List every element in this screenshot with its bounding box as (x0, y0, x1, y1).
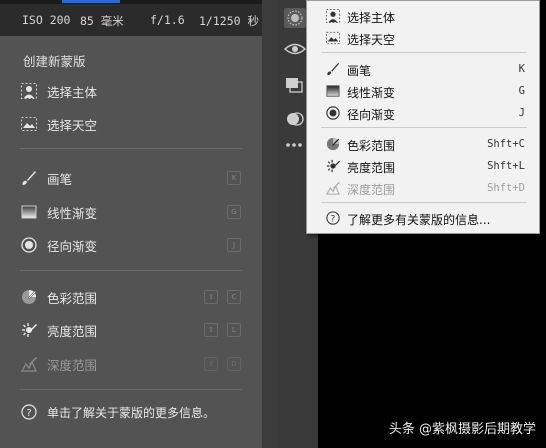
shortcut-key-shift: ⇧ (204, 323, 218, 337)
subject-icon (325, 8, 341, 24)
eye-icon (284, 43, 306, 55)
luminance-range-icon (20, 321, 38, 339)
panel-item-label: 选择天空 (47, 117, 98, 133)
subject-icon (20, 82, 38, 100)
panel-item-select-subject[interactable]: 选择主体 (20, 81, 245, 101)
svg-text:?: ? (26, 408, 31, 419)
menu-item-shortcut: G (518, 85, 525, 97)
menu-item-color-range[interactable]: 色彩范围 Shft+C (307, 134, 539, 154)
menu-item-label: 径向渐变 (347, 108, 396, 122)
shortcut-key-shift: ⇧ (204, 357, 218, 371)
accent-bar (62, 0, 120, 3)
menu-item-shortcut: Shft+D (487, 182, 525, 194)
menu-divider (321, 52, 527, 53)
panel-item-linear-gradient[interactable]: 线性渐变 (20, 202, 245, 222)
mask-tool-button[interactable] (284, 8, 306, 28)
mask-dropdown-menu: 选择主体 选择天空 画笔 K 线性渐变 G 径向渐变 J 色彩范围 Shft+C… (306, 0, 540, 234)
luminance-range-icon (325, 158, 341, 174)
divider (20, 270, 242, 271)
panel-item-label: 径向渐变 (47, 238, 98, 254)
help-icon: ? (20, 403, 38, 421)
menu-item-learn-more[interactable]: ? 了解更多有关蒙版的信息... (307, 208, 539, 228)
eraser-icon (287, 112, 304, 126)
brush-icon (20, 169, 38, 187)
menu-item-shortcut: J (518, 107, 525, 119)
panel-item-label: 画笔 (47, 171, 73, 187)
exif-focal: 85 毫米 (80, 14, 124, 28)
panel-header: 创建新蒙版 (23, 54, 86, 69)
menu-item-brush[interactable]: 画笔 K (307, 59, 539, 79)
panel-help-label: 单击了解关于蒙版的更多信息。 (47, 405, 216, 420)
eraser-button[interactable] (284, 110, 306, 128)
color-range-icon (20, 288, 38, 306)
panel-item-label: 深度范围 (47, 357, 98, 373)
menu-item-label: 亮度范围 (347, 161, 396, 175)
visibility-button[interactable] (284, 40, 306, 58)
overlay-button[interactable] (284, 76, 306, 94)
shortcut-key: G (227, 205, 241, 219)
menu-item-label: 深度范围 (347, 183, 396, 197)
shortcut-key: L (227, 323, 241, 337)
panel-item-label: 亮度范围 (47, 323, 98, 339)
menu-item-label: 色彩范围 (347, 139, 396, 153)
menu-item-label: 选择主体 (347, 11, 396, 25)
divider (20, 148, 242, 149)
menu-item-depth-range: 深度范围 Shft+D (307, 178, 539, 198)
panel-item-radial-gradient[interactable]: 径向渐变 (20, 235, 245, 255)
panel-scroll-gutter (262, 0, 278, 448)
brush-icon (325, 61, 341, 77)
shortcut-key: K (227, 171, 241, 185)
panel-item-label: 线性渐变 (47, 205, 98, 221)
panel-item-label: 选择主体 (47, 84, 98, 100)
menu-item-shortcut: Shft+C (487, 138, 525, 150)
watermark-text: 头条 @紫枫摄影后期教学 (388, 422, 536, 437)
linear-gradient-icon (325, 83, 341, 99)
svg-text:?: ? (331, 215, 336, 225)
divider (20, 389, 242, 390)
shortcut-key: C (227, 290, 241, 304)
menu-divider (321, 202, 527, 203)
menu-item-label: 画笔 (347, 64, 372, 78)
panel-item-brush[interactable]: 画笔 (20, 168, 245, 188)
menu-item-linear-gradient[interactable]: 线性渐变 G (307, 81, 539, 101)
overlay-icon (286, 78, 303, 93)
more-dots-icon (286, 143, 302, 147)
exif-aperture: f/1.6 (150, 13, 185, 27)
sky-icon (20, 115, 38, 133)
radial-gradient-icon (325, 105, 341, 121)
help-icon: ? (325, 210, 341, 226)
more-options-button[interactable] (284, 140, 306, 150)
color-range-icon (325, 136, 341, 152)
sky-icon (325, 30, 341, 46)
menu-item-select-sky[interactable]: 选择天空 (307, 28, 539, 48)
menu-item-select-subject[interactable]: 选择主体 (307, 6, 539, 26)
menu-item-label: 选择天空 (347, 33, 396, 47)
menu-item-label: 了解更多有关蒙版的信息... (347, 213, 491, 227)
shortcut-key: D (227, 357, 241, 371)
linear-gradient-icon (20, 203, 38, 221)
shortcut-key-shift: ⇧ (204, 290, 218, 304)
exif-iso: ISO 200 (22, 13, 71, 27)
panel-item-label: 色彩范围 (47, 290, 98, 306)
radial-gradient-icon (20, 236, 38, 254)
menu-item-label: 线性渐变 (347, 86, 396, 100)
menu-item-shortcut: K (518, 63, 525, 75)
exif-bar: ISO 200 85 毫米 f/1.6 1/1250 秒 (0, 4, 262, 36)
exif-shutter: 1/1250 秒 (199, 14, 259, 28)
menu-item-luminance-range[interactable]: 亮度范围 Shft+L (307, 156, 539, 176)
menu-item-radial-gradient[interactable]: 径向渐变 J (307, 103, 539, 123)
depth-range-icon (20, 355, 38, 373)
shortcut-key: J (227, 238, 241, 252)
menu-divider (321, 127, 527, 128)
menu-item-shortcut: Shft+L (487, 160, 525, 172)
panel-item-select-sky[interactable]: 选择天空 (20, 114, 245, 134)
create-mask-panel: 创建新蒙版 选择主体 选择天空 画笔 K 线性渐变 G 径向渐变 J 色彩范围 … (0, 36, 262, 448)
panel-help-link[interactable]: ? 单击了解关于蒙版的更多信息。 (20, 402, 245, 422)
depth-range-icon (325, 180, 341, 196)
mask-icon (284, 8, 306, 28)
